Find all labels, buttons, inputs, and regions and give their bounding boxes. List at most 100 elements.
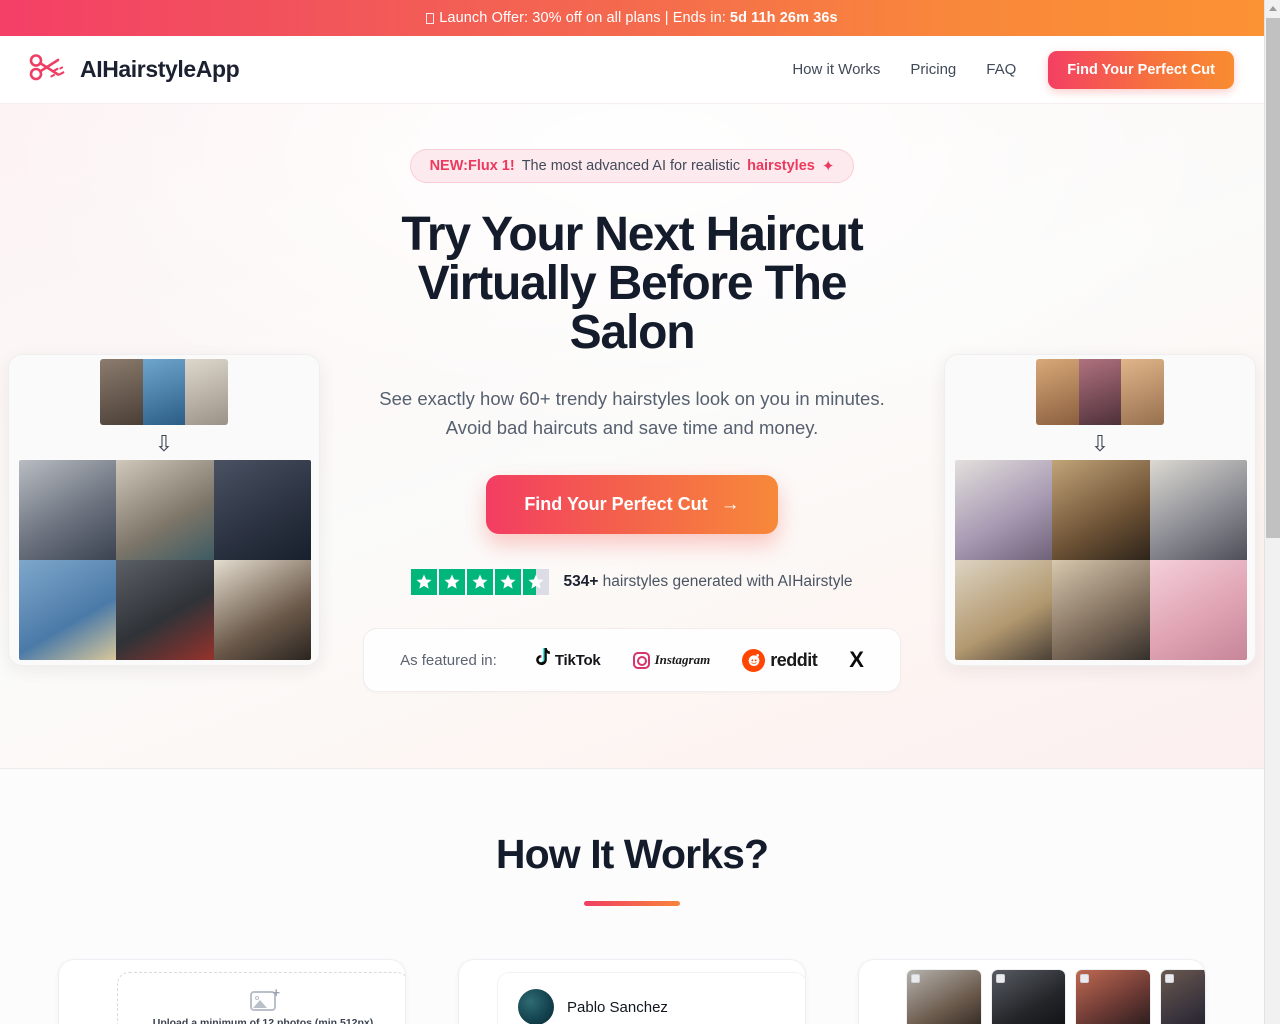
collage-result-grid xyxy=(19,460,311,660)
select-checkbox[interactable] xyxy=(911,974,920,983)
collage-input-photos xyxy=(1036,359,1164,425)
hero-cta-label: Find Your Perfect Cut xyxy=(524,494,708,515)
instagram-label: Instagram xyxy=(654,652,711,668)
rating-caption: hairstyles generated with AIHairstyle xyxy=(598,573,853,591)
hairstyle-thumb xyxy=(1076,970,1150,1024)
user-name: Pablo Sanchez xyxy=(567,998,668,1016)
hairstyle-item[interactable]: Tousled Side-Parted Modern Click to gene… xyxy=(1159,969,1205,1024)
collage-input-photos xyxy=(100,359,228,425)
collage-result-grid xyxy=(955,460,1247,660)
pill-highlight: hairstyles xyxy=(747,158,815,174)
scrollbar-up-arrow-icon[interactable] xyxy=(1265,0,1280,17)
rating-count: 534+ xyxy=(563,573,599,591)
dropzone-title: Upload a minimum of 12 photos (min 512px… xyxy=(152,1017,374,1024)
training-model-card: Pablo Sanchez Training your AI model Abo… xyxy=(458,959,806,1024)
hairstyle-thumb xyxy=(1160,970,1205,1024)
header-cta-button[interactable]: Find Your Perfect Cut xyxy=(1048,50,1234,89)
tiktok-logo[interactable]: TikTok xyxy=(533,648,601,672)
pill-mid-text: The most advanced AI for realistic xyxy=(521,158,741,174)
hairstyle-item[interactable]: Textured Edgy Icy Undercut Click to gene… xyxy=(1075,969,1151,1024)
promo-countdown: 5d 11h 26m 36s xyxy=(729,10,838,26)
star-icon xyxy=(411,569,438,596)
result-photo xyxy=(1149,460,1247,560)
main-navigation: How it Works Pricing FAQ Find Your Perfe… xyxy=(792,50,1234,89)
site-header: AIHairstyleApp How it Works Pricing FAQ … xyxy=(0,36,1264,104)
x-logo[interactable]: X xyxy=(849,649,864,671)
hairstyle-thumb xyxy=(991,970,1065,1024)
brand-name: AIHairstyleApp xyxy=(80,56,240,82)
page-root: Launch Offer: 30% off on all plans | End… xyxy=(0,0,1264,1024)
sparkle-icon: ✦ xyxy=(821,157,835,175)
input-photo xyxy=(185,359,228,425)
upload-photos-card: + Upload a minimum of 12 photos (min 512… xyxy=(58,959,406,1024)
upload-dropzone[interactable]: + Upload a minimum of 12 photos (min 512… xyxy=(117,972,405,1024)
input-photo xyxy=(1036,359,1079,425)
image-upload-icon: + xyxy=(250,986,280,1011)
brand-logo[interactable]: AIHairstyleApp xyxy=(28,52,240,87)
result-photo xyxy=(1052,560,1150,660)
hero-section: ⇩ ⇩ NEW:Flux 1! The most advanced AI for… xyxy=(0,104,1264,769)
page-title: Try Your Next Haircut Virtually Before T… xyxy=(401,208,863,359)
result-photo xyxy=(19,560,117,660)
how-it-works-section: How It Works? + Upload a minimum of 12 p… xyxy=(0,769,1264,1024)
promo-emoji-icon xyxy=(426,12,435,24)
male-hairstyle-collage: ⇩ xyxy=(8,354,320,666)
announcement-pill[interactable]: NEW:Flux 1! The most advanced AI for rea… xyxy=(409,149,855,183)
hairstyle-item[interactable]: Textured Deep Spiked Style Click to gene… xyxy=(990,969,1066,1024)
select-checkbox[interactable] xyxy=(1080,974,1089,983)
nav-link-faq[interactable]: FAQ xyxy=(986,61,1016,78)
input-photo xyxy=(100,359,143,425)
star-icon xyxy=(467,569,494,596)
rating-block: 534+ hairstyles generated with AIHairsty… xyxy=(411,569,853,596)
scrollbar-thumb[interactable] xyxy=(1266,18,1280,538)
reddit-logo[interactable]: reddit xyxy=(742,648,818,672)
hairstyle-item[interactable]: Textured Brush Forward Click to generate… xyxy=(906,969,982,1024)
scissors-icon xyxy=(28,52,70,87)
x-icon: X xyxy=(849,647,864,673)
hero-content: NEW:Flux 1! The most advanced AI for rea… xyxy=(282,104,982,693)
reddit-label: reddit xyxy=(770,649,818,670)
star-icon xyxy=(439,569,466,596)
nav-link-how-it-works[interactable]: How it Works xyxy=(792,61,880,78)
result-photo xyxy=(19,460,117,560)
instagram-logo[interactable]: Instagram xyxy=(632,651,711,669)
result-photo xyxy=(1052,460,1150,560)
hairstyle-grid: Textured Brush Forward Click to generate… xyxy=(906,969,1205,1024)
female-hairstyle-collage: ⇩ xyxy=(944,354,1256,666)
result-photo xyxy=(116,460,214,560)
training-panel: Pablo Sanchez Training your AI model Abo… xyxy=(497,972,805,1024)
input-photo xyxy=(142,359,186,425)
rating-text: 534+ hairstyles generated with AIHairsty… xyxy=(563,573,852,591)
tiktok-label: TikTok xyxy=(554,651,601,669)
select-checkbox[interactable] xyxy=(995,974,1005,983)
result-photo xyxy=(116,560,214,660)
result-photo xyxy=(1149,560,1247,660)
star-rating xyxy=(411,569,550,596)
scrollbar[interactable] xyxy=(1264,0,1280,1024)
steps-cards: + Upload a minimum of 12 photos (min 512… xyxy=(0,959,1264,1024)
promo-banner: Launch Offer: 30% off on all plans | End… xyxy=(0,0,1264,36)
pill-new-label: NEW:Flux 1! xyxy=(429,158,515,174)
star-icon xyxy=(495,569,522,596)
input-photo xyxy=(1078,359,1122,425)
arrow-right-icon: → xyxy=(720,494,740,516)
promo-text: Launch Offer: 30% off on all plans | End… xyxy=(439,10,726,26)
arrow-down-icon: ⇩ xyxy=(154,431,174,456)
tiktok-icon xyxy=(533,648,550,672)
arrow-down-icon: ⇩ xyxy=(1090,431,1110,456)
choose-hairstyles-card: Textured Brush Forward Click to generate… xyxy=(858,959,1206,1024)
instagram-icon xyxy=(632,651,650,669)
featured-label: As featured in: xyxy=(400,651,497,669)
hairstyle-thumb xyxy=(907,970,981,1024)
avatar xyxy=(518,989,554,1024)
select-checkbox[interactable] xyxy=(1164,974,1174,983)
featured-in-bar: As featured in: TikTok Instagram reddit … xyxy=(363,628,901,693)
reddit-icon xyxy=(742,648,766,672)
hero-cta-button[interactable]: Find Your Perfect Cut → xyxy=(486,475,778,535)
star-half-icon xyxy=(523,569,550,596)
input-photo xyxy=(1121,359,1164,425)
nav-link-pricing[interactable]: Pricing xyxy=(910,61,956,78)
section-title: How It Works? xyxy=(495,831,769,877)
user-row: Pablo Sanchez xyxy=(518,989,786,1024)
hero-subtitle: See exactly how 60+ trendy hairstyles lo… xyxy=(379,387,885,438)
